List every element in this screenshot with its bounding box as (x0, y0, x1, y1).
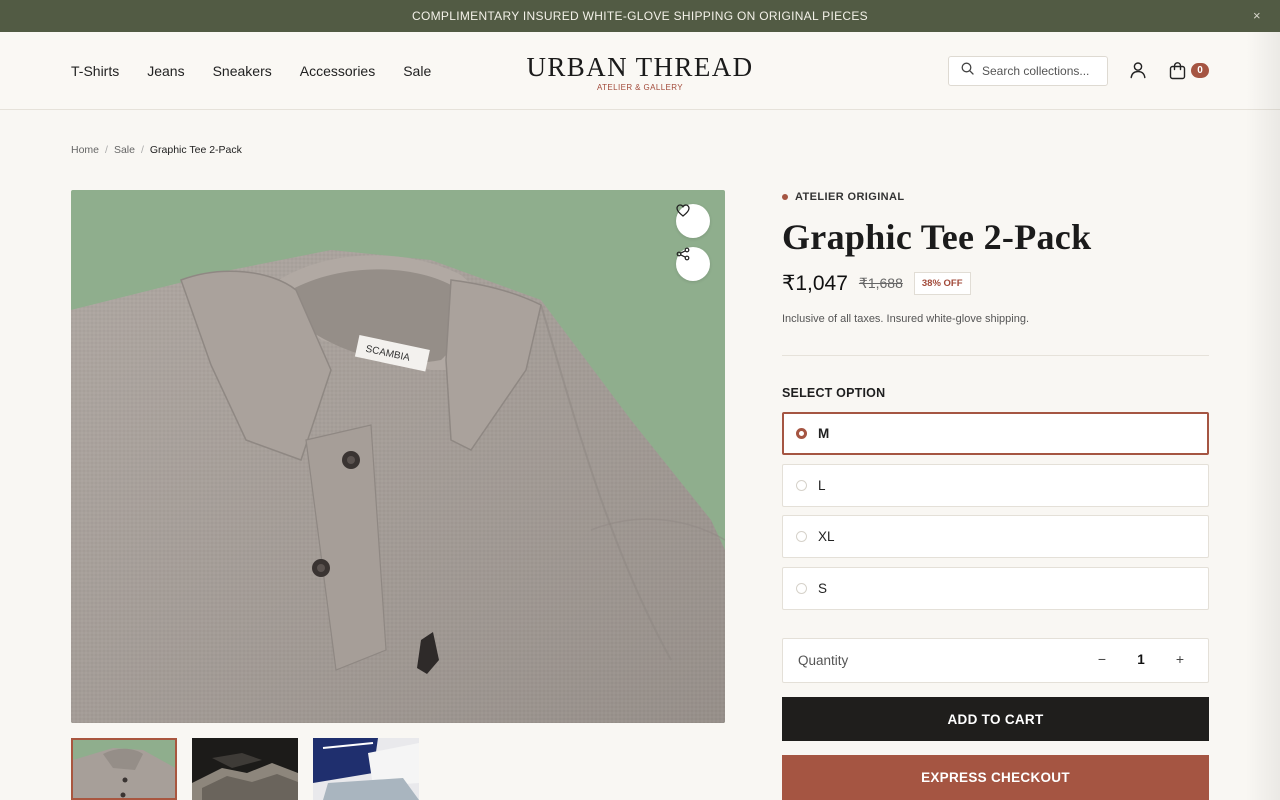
nav-item-jeans[interactable]: Jeans (147, 63, 184, 79)
quantity-label: Quantity (798, 653, 849, 668)
thumbnail-1[interactable] (71, 738, 177, 800)
user-icon[interactable] (1129, 61, 1147, 79)
current-price: ₹1,047 (782, 272, 848, 295)
quantity-decrease-button[interactable]: − (1095, 651, 1109, 667)
option-s[interactable]: S (782, 567, 1209, 610)
cart-count-badge: 0 (1191, 63, 1209, 78)
add-to-cart-button[interactable]: ADD TO CART (782, 697, 1209, 741)
option-m[interactable]: M (782, 412, 1209, 455)
product-main-image[interactable]: SCAMBIA (71, 190, 725, 723)
thumbnail-3[interactable] (313, 738, 419, 800)
product-title: Graphic Tee 2-Pack (782, 217, 1092, 257)
compare-price: ₹1,688 (858, 275, 903, 291)
option-heading: SELECT OPTION (782, 386, 886, 400)
option-label: M (818, 426, 830, 441)
search-input[interactable] (982, 64, 1102, 78)
option-xl[interactable]: XL (782, 515, 1209, 558)
polo-shirt-image: SCAMBIA (71, 250, 725, 723)
breadcrumb-sale[interactable]: Sale (114, 144, 135, 156)
eyebrow-text: ATELIER ORIGINAL (795, 191, 905, 203)
announcement-bar: COMPLIMENTARY INSURED WHITE-GLOVE SHIPPI… (0, 0, 1280, 32)
quantity-value[interactable]: 1 (1133, 652, 1149, 667)
option-label: S (818, 581, 828, 596)
radio-selected[interactable] (796, 428, 807, 439)
quantity-increase-button[interactable]: + (1173, 651, 1187, 667)
divider (782, 355, 1209, 356)
breadcrumb-separator: / (105, 144, 108, 156)
thumbnail-2[interactable] (192, 738, 298, 800)
breadcrumb: Home / Sale / Graphic Tee 2-Pack (71, 144, 242, 156)
wishlist-button[interactable] (676, 204, 710, 238)
radio[interactable] (796, 531, 807, 542)
search-box[interactable] (948, 56, 1108, 86)
search-icon (961, 62, 974, 80)
site-header: T-Shirts Jeans Sneakers Accessories Sale… (0, 32, 1280, 110)
page-edge-shadow (1246, 32, 1280, 800)
option-l[interactable]: L (782, 464, 1209, 507)
express-checkout-button[interactable]: EXPRESS CHECKOUT (782, 755, 1209, 800)
discount-badge: 38% OFF (913, 272, 971, 295)
price-row: ₹1,047 ₹1,688 38% OFF (782, 271, 971, 296)
radio[interactable] (796, 583, 807, 594)
quantity-stepper: Quantity − 1 + (782, 638, 1209, 683)
breadcrumb-current: Graphic Tee 2-Pack (149, 144, 242, 156)
close-icon[interactable]: × (1250, 9, 1264, 23)
nav-item-sale[interactable]: Sale (403, 63, 431, 79)
brand-tagline: ATELIER & GALLERY (596, 83, 684, 92)
option-label: L (818, 478, 826, 493)
product-eyebrow: ATELIER ORIGINAL (782, 191, 904, 203)
brand-logo[interactable]: URBAN THREAD ATELIER & GALLERY (480, 52, 800, 92)
nav-item-tshirts[interactable]: T-Shirts (71, 63, 119, 79)
brand-name: URBAN THREAD (526, 52, 754, 82)
breadcrumb-home[interactable]: Home (71, 144, 99, 156)
nav-item-sneakers[interactable]: Sneakers (213, 63, 272, 79)
announcement-text: COMPLIMENTARY INSURED WHITE-GLOVE SHIPPI… (412, 9, 868, 23)
breadcrumb-separator: / (140, 144, 144, 156)
nav-item-accessories[interactable]: Accessories (300, 63, 375, 79)
bag-icon[interactable] (1168, 61, 1188, 81)
option-label: XL (818, 529, 835, 544)
tax-note: Inclusive of all taxes. Insured white-gl… (782, 313, 1030, 325)
main-nav: T-Shirts Jeans Sneakers Accessories Sale (71, 63, 431, 79)
accent-dot (782, 194, 788, 200)
radio[interactable] (796, 480, 807, 491)
share-button[interactable] (676, 247, 710, 281)
